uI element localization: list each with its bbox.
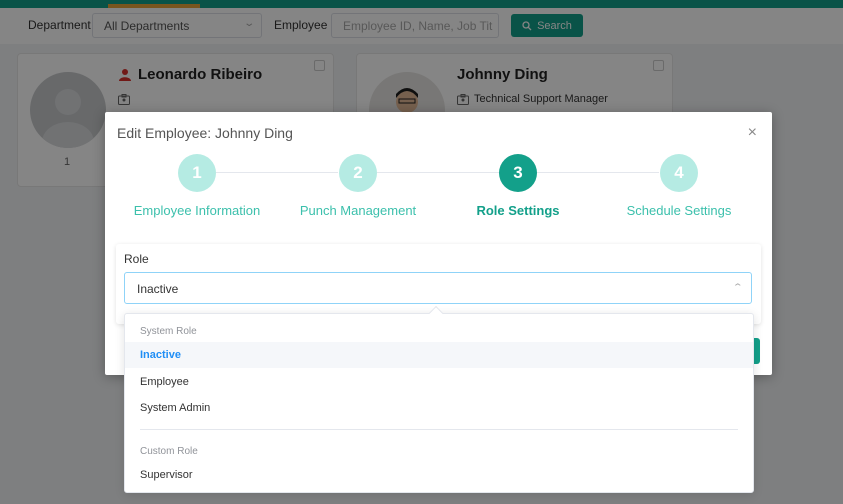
step-connector bbox=[377, 172, 499, 173]
role-select-value: Inactive bbox=[137, 282, 179, 296]
dialog-title: Edit Employee: Johnny Ding bbox=[117, 125, 293, 141]
step-1-circle[interactable]: 1 bbox=[178, 154, 216, 192]
step-4-circle[interactable]: 4 bbox=[660, 154, 698, 192]
step-2-circle[interactable]: 2 bbox=[339, 154, 377, 192]
step-connector bbox=[537, 172, 659, 173]
step-3-circle[interactable]: 3 bbox=[499, 154, 537, 192]
group-divider bbox=[140, 429, 738, 430]
group-title-custom-role: Custom Role bbox=[140, 446, 198, 457]
option-supervisor[interactable]: Supervisor bbox=[125, 462, 753, 488]
option-employee[interactable]: Employee bbox=[125, 369, 753, 395]
step-connector bbox=[216, 172, 338, 173]
close-icon[interactable]: × bbox=[748, 125, 757, 141]
step-4-label[interactable]: Schedule Settings bbox=[599, 203, 759, 218]
option-inactive[interactable]: Inactive bbox=[125, 342, 753, 368]
role-select[interactable]: Inactive ⌃ bbox=[124, 272, 752, 304]
role-dropdown: System Role Inactive Employee System Adm… bbox=[124, 313, 754, 493]
chevron-up-icon: ⌃ bbox=[732, 282, 744, 292]
option-system-admin[interactable]: System Admin bbox=[125, 395, 753, 421]
step-2-label[interactable]: Punch Management bbox=[278, 203, 438, 218]
group-title-system-role: System Role bbox=[140, 326, 197, 337]
role-label: Role bbox=[124, 252, 149, 266]
step-1-label[interactable]: Employee Information bbox=[117, 203, 277, 218]
step-3-label[interactable]: Role Settings bbox=[438, 203, 598, 218]
